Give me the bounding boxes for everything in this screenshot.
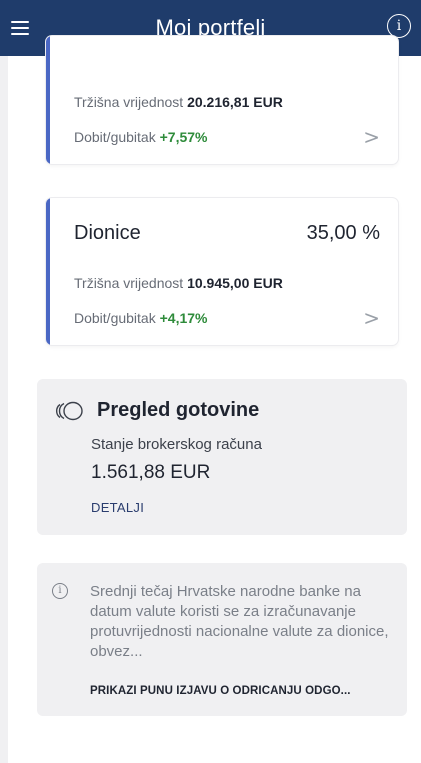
profit-value: +7,57% <box>159 129 208 145</box>
chevron-right-icon[interactable]: > <box>363 125 380 149</box>
coins-icon <box>56 401 83 421</box>
cash-overview-panel: Pregled gotovine Stanje brokerskog račun… <box>37 379 407 535</box>
market-value-label: Tržišna vrijednost <box>74 275 188 291</box>
market-value-label: Tržišna vrijednost <box>74 94 188 110</box>
info-icon: i <box>52 583 68 599</box>
brokerage-balance-label: Stanje brokerskog računa <box>91 436 262 453</box>
details-link[interactable]: DETALJI <box>91 500 144 515</box>
market-value-line: Tržišna vrijednost 20.216,81 EUR <box>74 94 283 110</box>
portfolio-card-dionice[interactable]: Dionice 35,00 % Tržišna vrijednost 10.94… <box>46 198 398 345</box>
profit-label: Dobit/gubitak <box>74 129 160 145</box>
profit-label: Dobit/gubitak <box>74 310 160 326</box>
market-value: 20.216,81 EUR <box>187 94 283 110</box>
disclaimer-text: Srednji tečaj Hrvatske narodne banke na … <box>90 583 389 660</box>
card-accent <box>46 36 50 164</box>
card-accent <box>46 198 50 345</box>
chevron-right-icon[interactable]: > <box>363 306 380 330</box>
left-edge <box>0 56 8 763</box>
hamburger-menu-icon[interactable] <box>8 13 38 43</box>
market-value-line: Tržišna vrijednost 10.945,00 EUR <box>74 275 283 291</box>
show-full-disclaimer-link[interactable]: PRIKAŽI PUNU IZJAVU O ODRICANJU ODGO... <box>90 685 400 697</box>
profit-line: Dobit/gubitak +7,57% <box>74 129 207 145</box>
portfolio-card-1[interactable]: Tržišna vrijednost 20.216,81 EUR Dobit/g… <box>46 36 398 164</box>
cash-overview-title: Pregled gotovine <box>97 399 260 421</box>
market-value: 10.945,00 EUR <box>187 275 283 291</box>
profit-value: +4,17% <box>159 310 208 326</box>
disclaimer-panel: i Srednji tečaj Hrvatske narodne banke n… <box>37 563 407 716</box>
card-name: Dionice <box>74 222 141 244</box>
profit-line: Dobit/gubitak +4,17% <box>74 310 207 326</box>
brokerage-balance-amount: 1.561,88 EUR <box>91 462 211 483</box>
info-icon[interactable]: i <box>387 14 411 38</box>
card-percent: 35,00 % <box>306 222 380 244</box>
